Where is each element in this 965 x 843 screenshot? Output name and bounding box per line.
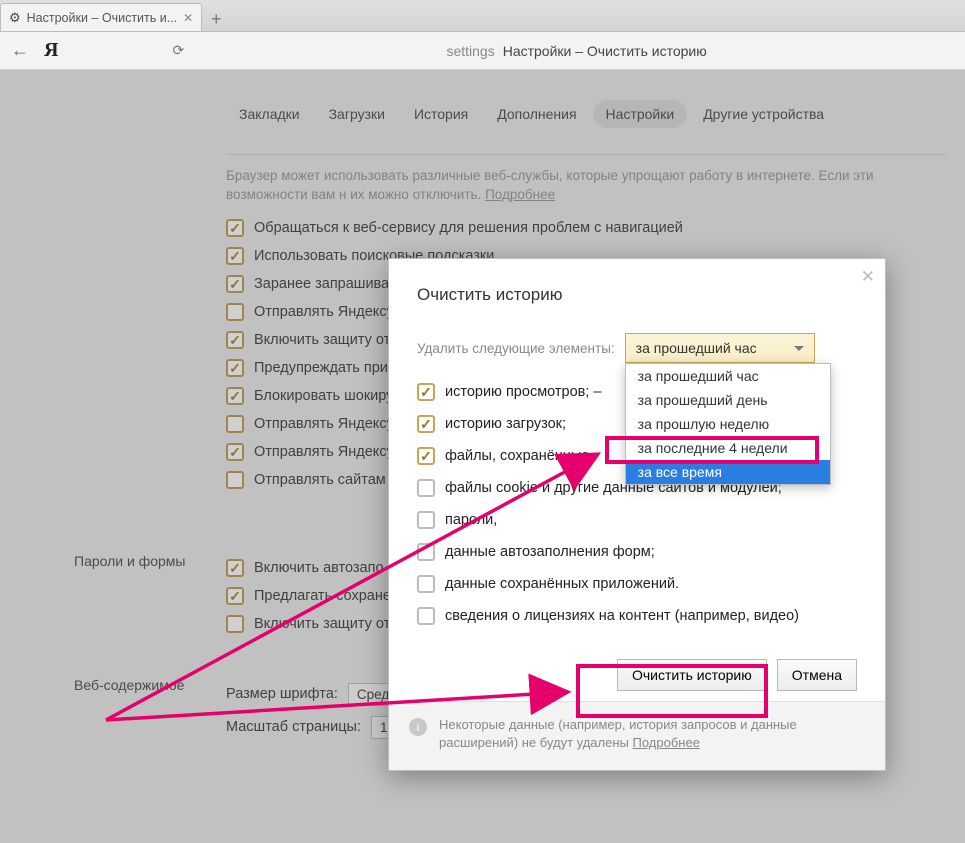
close-icon[interactable]: ✕	[861, 267, 875, 287]
cancel-button[interactable]: Отмена	[777, 659, 857, 691]
new-tab-button[interactable]: +	[202, 7, 230, 31]
modal-title: Очистить историю	[417, 285, 857, 305]
m-label: данные автозаполнения форм;	[445, 544, 655, 560]
m-label: файлы, сохранённые	[445, 448, 589, 464]
gear-icon: ⚙	[9, 10, 21, 26]
tab-bar: ⚙ Настройки – Очистить и... ✕ +	[0, 0, 965, 32]
checkbox[interactable]	[417, 511, 435, 529]
tab-title: Настройки – Очистить и...	[27, 11, 177, 25]
dd-item-all[interactable]: за все время	[626, 460, 830, 484]
footer-text: Некоторые данные (например, история запр…	[439, 717, 797, 750]
checkbox[interactable]	[417, 607, 435, 625]
checkbox[interactable]	[417, 383, 435, 401]
checkbox[interactable]	[417, 543, 435, 561]
modal-footer: i Некоторые данные (например, история за…	[389, 701, 885, 770]
m-label: историю просмотров; –	[445, 384, 602, 400]
info-icon: i	[409, 718, 427, 736]
url-crumb: settings	[446, 43, 494, 59]
dd-item-week[interactable]: за прошлую неделю	[626, 412, 830, 436]
dd-item-hour[interactable]: за прошедший час	[626, 364, 830, 388]
url-title: Настройки – Очистить историю	[503, 43, 707, 59]
dd-item-day[interactable]: за прошедший день	[626, 388, 830, 412]
nav-bar: ← Я ⟳ settings Настройки – Очистить исто…	[0, 32, 965, 70]
clear-history-modal: ✕ Очистить историю Удалить следующие эле…	[388, 258, 886, 771]
m-label: данные сохранённых приложений.	[445, 576, 679, 592]
m-label: сведения о лицензиях на контент (наприме…	[445, 608, 799, 624]
clear-history-button[interactable]: Очистить историю	[617, 659, 767, 691]
time-range-combo[interactable]: за прошедший час	[625, 333, 815, 363]
browser-tab[interactable]: ⚙ Настройки – Очистить и... ✕	[0, 3, 202, 31]
checkbox[interactable]	[417, 447, 435, 465]
checkbox[interactable]	[417, 415, 435, 433]
dd-item-4weeks[interactable]: за последние 4 недели	[626, 436, 830, 460]
checkbox[interactable]	[417, 479, 435, 497]
m-label: пароли,	[445, 512, 497, 528]
time-range-dropdown: за прошедший час за прошедший день за пр…	[625, 363, 831, 485]
m-label: историю загрузок;	[445, 416, 566, 432]
address-bar[interactable]: settings Настройки – Очистить историю	[196, 43, 957, 59]
close-tab-icon[interactable]: ✕	[183, 11, 193, 25]
reload-button[interactable]: ⟳	[172, 42, 184, 59]
footer-link[interactable]: Подробнее	[633, 735, 700, 750]
back-button[interactable]: ←	[8, 40, 32, 61]
yandex-logo[interactable]: Я	[44, 39, 58, 62]
modal-row-label: Удалить следующие элементы:	[417, 341, 615, 356]
checkbox[interactable]	[417, 575, 435, 593]
